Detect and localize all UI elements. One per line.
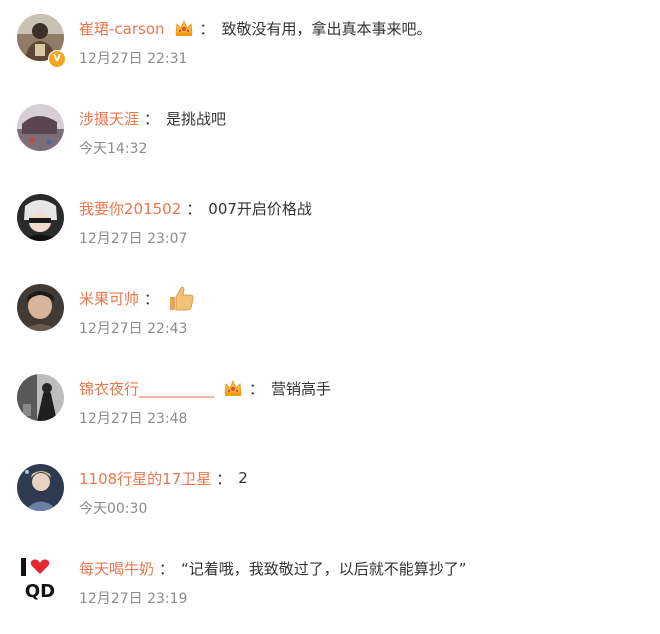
username-link[interactable]: 1108行星的17卫星 [79,468,211,489]
comment-item: 锦衣夜行__________ ： 营销高手 12月27日 23:48 [0,374,660,454]
avatar[interactable] [17,464,64,511]
comment-text: “记着哦，我致敬过了，以后就不能算抄了” [181,559,467,578]
svg-text:QD: QD [25,581,55,601]
timestamp: 12月27日 22:43 [79,321,188,337]
timestamp: 12月27日 23:48 [79,411,188,427]
timestamp: 12月27日 23:19 [79,591,188,607]
separator: ： [249,379,265,398]
comment-text: 007开启价格战 [208,199,312,218]
timestamp: 12月27日 22:31 [79,51,188,67]
separator: ： [144,109,160,128]
crown-icon [173,17,195,39]
avatar[interactable] [17,194,64,241]
comment-item: QD 每天喝牛奶 ： “记着哦，我致敬过了，以后就不能算抄了” 12月27日 2… [0,554,660,634]
separator: ： [216,469,232,488]
crown-icon [222,377,244,399]
username-link[interactable]: 崔珺-carson [79,18,165,39]
comment-item: 我要你201502 ： 007开启价格战 12月27日 23:07 [0,194,660,274]
comment-text: 致敬没有用，拿出真本事来吧。 [221,19,432,38]
separator: ： [144,289,160,308]
username-link[interactable]: 锦衣夜行__________ [79,378,214,399]
avatar[interactable] [17,374,64,421]
separator: ： [199,19,215,38]
comment-text: 是挑战吧 [166,109,227,128]
separator: ： [186,199,202,218]
verified-badge-icon: V [48,50,66,68]
comment-text: 2 [238,469,248,487]
username-link[interactable]: 米果可帅 [79,288,139,309]
comment-item: V 崔珺-carson ： 致敬没有用，拿出真本事来吧。 12月27日 22:3… [0,14,660,94]
comment-text: 营销高手 [271,379,332,398]
comment-item: 涉摄天涯 ： 是挑战吧 今天14:32 [0,104,660,184]
comment-list: V 崔珺-carson ： 致敬没有用，拿出真本事来吧。 12月27日 22:3… [0,0,660,614]
username-link[interactable]: 涉摄天涯 [79,108,139,129]
thumbs-up-icon [166,283,196,313]
avatar[interactable] [17,284,64,331]
timestamp: 今天00:30 [79,501,148,517]
avatar[interactable]: QD [17,554,64,601]
timestamp: 12月27日 23:07 [79,231,188,247]
comment-item: 米果可帅 ： 12月27日 22:43 [0,284,660,364]
username-link[interactable]: 我要你201502 [79,198,181,219]
timestamp: 今天14:32 [79,141,148,157]
avatar[interactable] [17,104,64,151]
comment-item: 1108行星的17卫星 ： 2 今天00:30 [0,464,660,544]
username-link[interactable]: 每天喝牛奶 [79,558,154,579]
separator: ： [159,559,175,578]
